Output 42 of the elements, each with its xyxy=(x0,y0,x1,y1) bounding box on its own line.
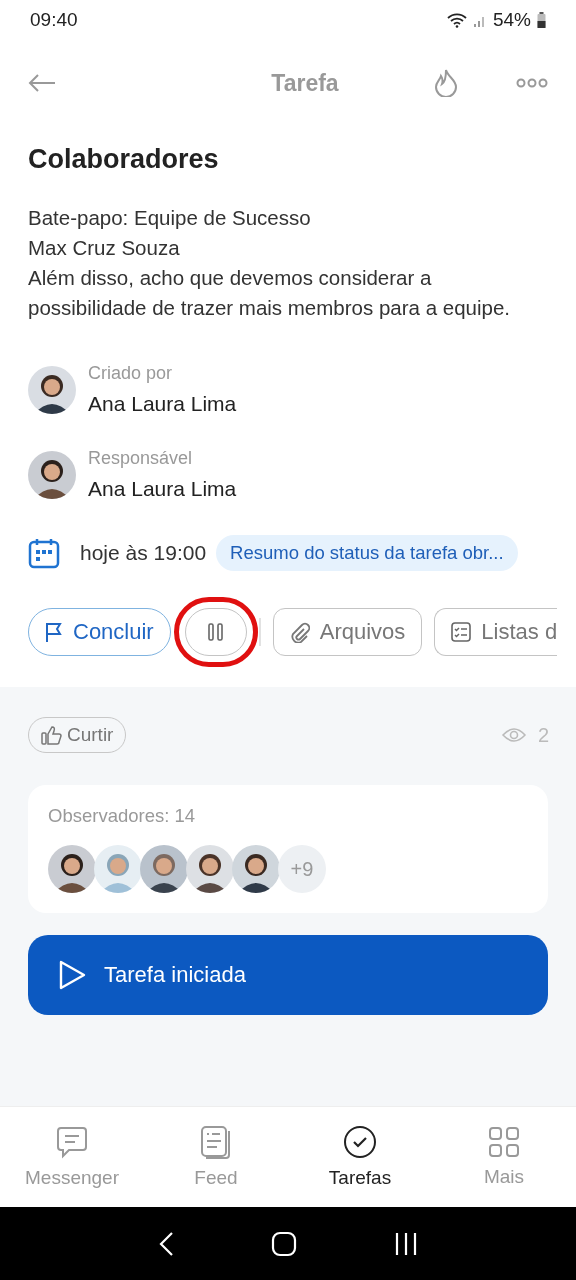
observers-label: Observadores: 14 xyxy=(48,805,197,827)
home-icon[interactable] xyxy=(271,1230,297,1257)
paperclip-icon xyxy=(289,621,310,643)
page-title: Tarefa xyxy=(270,69,340,97)
description-text: Além disso, acho que devemos considerar a possibilidade de trazer mais membros para a equipe. xyxy=(28,265,511,321)
deadline-text: hoje às 19:00 xyxy=(80,541,207,565)
check-circle-icon xyxy=(343,1125,377,1159)
wifi-icon xyxy=(446,12,467,28)
chat-icon xyxy=(55,1125,89,1159)
nav-tab[interactable]: Mais xyxy=(432,1107,576,1207)
thumbs-up-icon xyxy=(41,725,63,745)
more-observers-count[interactable]: +9 xyxy=(278,845,326,893)
person-role: Criado por xyxy=(88,363,174,384)
status-summary-tag[interactable]: Resumo do status da tarefa obr... xyxy=(216,535,518,571)
person-role: Responsável xyxy=(88,448,194,469)
pause-icon xyxy=(207,623,224,641)
checklists-button[interactable]: Listas d xyxy=(434,608,558,656)
calendar-icon xyxy=(28,537,60,569)
battery-percent: 54% xyxy=(492,9,531,31)
nav-tab[interactable]: Tarefas xyxy=(288,1107,432,1207)
status-time: 09:40 xyxy=(30,9,78,31)
play-icon xyxy=(58,960,86,990)
description-text: Bate-papo: Equipe de Sucesso xyxy=(28,205,312,231)
description-text: Max Cruz Souza xyxy=(28,235,181,261)
document-icon xyxy=(199,1125,233,1159)
flame-icon[interactable] xyxy=(434,69,458,97)
person-name[interactable]: Ana Laura Lima xyxy=(88,392,237,416)
task-started-button[interactable]: Tarefa iniciada xyxy=(28,935,548,1015)
flag-icon xyxy=(45,622,63,642)
grid-icon xyxy=(488,1126,520,1158)
checklist-icon xyxy=(451,622,472,642)
battery-icon xyxy=(537,12,546,28)
nav-tab[interactable]: Messenger xyxy=(0,1107,144,1207)
nav-tab[interactable]: Feed xyxy=(144,1107,288,1207)
files-button[interactable]: Arquivos xyxy=(272,608,423,656)
person-name[interactable]: Ana Laura Lima xyxy=(88,477,237,501)
view-count: 2 xyxy=(537,723,549,747)
eye-icon xyxy=(501,727,526,743)
recent-apps-icon[interactable] xyxy=(393,1231,418,1256)
section-title: Colaboradores xyxy=(28,144,220,175)
more-icon[interactable] xyxy=(516,78,548,88)
complete-button[interactable]: Concluir xyxy=(28,608,171,656)
